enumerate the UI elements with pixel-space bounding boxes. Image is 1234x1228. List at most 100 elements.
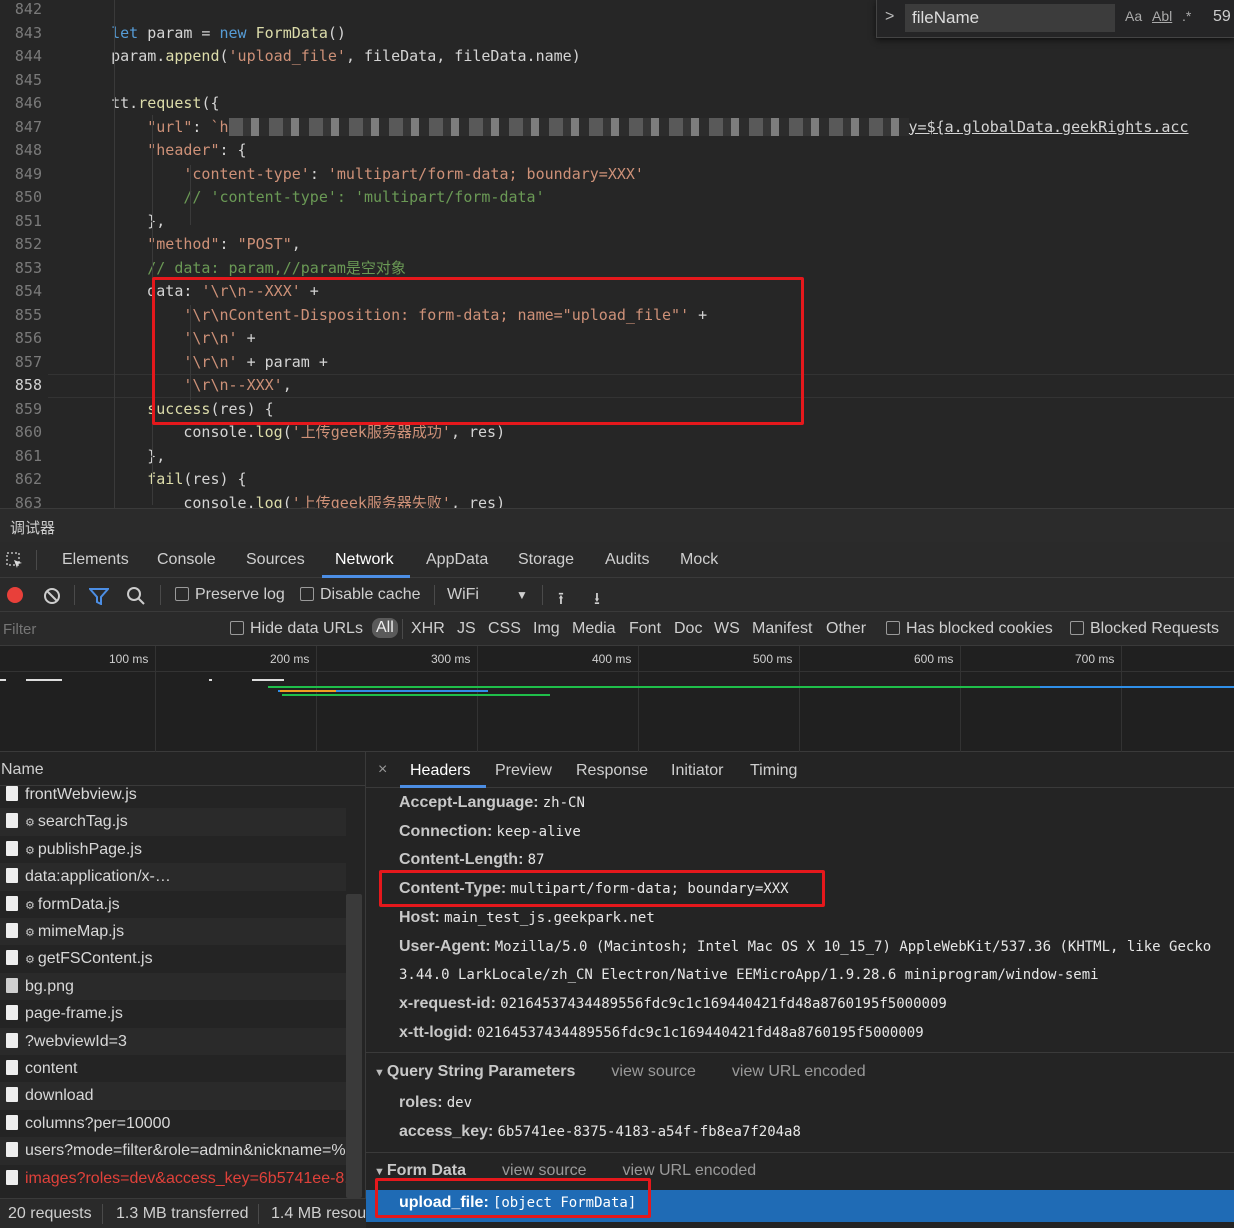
- request-row[interactable]: data:application/x-…: [0, 863, 346, 891]
- query-string-section-header[interactable]: ▼ Query String Parameters view source view …: [374, 1063, 866, 1081]
- filter-type-xhr[interactable]: XHR: [411, 620, 445, 638]
- code-line[interactable]: tt.request({: [75, 92, 219, 116]
- form-data-section-header[interactable]: ▼ Form Data view source view URL encoded: [374, 1162, 756, 1180]
- tab-console[interactable]: Console: [157, 551, 216, 569]
- close-icon[interactable]: ×: [378, 761, 387, 779]
- code-line[interactable]: "url": `h y=${a.globalData.geekRights.acc: [75, 116, 1189, 140]
- view-url-encoded-link[interactable]: view URL encoded: [623, 1162, 757, 1179]
- request-row[interactable]: users?mode=filter&role=admin&nickname=%.: [0, 1137, 346, 1165]
- tab-preview[interactable]: Preview: [495, 762, 552, 780]
- filter-bar: Hide data URLs All XHR JS CSS Img Media …: [0, 612, 1234, 646]
- view-source-link[interactable]: view source: [611, 1063, 695, 1080]
- timeline-tick-label: 300 ms: [431, 652, 471, 666]
- inspect-element-icon[interactable]: [6, 552, 24, 570]
- request-name: page-frame.js: [25, 1005, 123, 1023]
- request-row[interactable]: ⚙ publishPage.js: [0, 836, 346, 863]
- filter-type-js[interactable]: JS: [457, 620, 476, 638]
- line-number: 845: [14, 70, 42, 89]
- request-row[interactable]: images?roles=dev&access_key=6b5741ee-8.: [0, 1165, 346, 1192]
- code-line[interactable]: param.append('upload_file', fileData, fi…: [75, 45, 581, 69]
- clear-icon[interactable]: [43, 587, 61, 605]
- find-input[interactable]: [905, 4, 1115, 32]
- filter-type-manifest[interactable]: Manifest: [752, 620, 812, 638]
- request-row[interactable]: download: [0, 1082, 346, 1110]
- tab-elements[interactable]: Elements: [62, 551, 129, 569]
- code-line[interactable]: "header": {: [75, 139, 246, 163]
- request-row[interactable]: content: [0, 1055, 346, 1082]
- filter-type-ws[interactable]: WS: [714, 620, 740, 638]
- match-case-icon[interactable]: Aa: [1125, 8, 1142, 24]
- request-row[interactable]: ⚙ searchTag.js: [0, 808, 346, 836]
- hide-data-urls-checkbox[interactable]: Hide data URLs: [230, 620, 363, 638]
- filter-type-media[interactable]: Media: [572, 620, 616, 638]
- filter-type-font[interactable]: Font: [629, 620, 661, 638]
- code-line[interactable]: // data: param,//param是空对象: [75, 257, 406, 281]
- header-key: Content-Type:: [399, 880, 507, 898]
- filter-type-other[interactable]: Other: [826, 620, 866, 638]
- tab-response[interactable]: Response: [576, 762, 648, 780]
- code-line[interactable]: 'content-type': 'multipart/form-data; bo…: [75, 163, 644, 187]
- filter-input[interactable]: [0, 616, 218, 642]
- chevron-right-icon[interactable]: >: [885, 8, 894, 26]
- regex-icon[interactable]: .*: [1182, 8, 1191, 24]
- export-har-icon[interactable]: ⭳: [594, 586, 600, 615]
- search-icon[interactable]: [126, 586, 146, 606]
- tab-storage[interactable]: Storage: [518, 551, 574, 569]
- vertical-scrollbar[interactable]: [346, 894, 362, 1198]
- code-line[interactable]: console.log('上传geek服务器失败', res): [75, 492, 505, 509]
- filter-type-css[interactable]: CSS: [488, 620, 521, 638]
- blocked-requests-checkbox[interactable]: Blocked Requests: [1070, 620, 1219, 638]
- filter-type-img[interactable]: Img: [533, 620, 560, 638]
- match-word-icon[interactable]: Abl: [1152, 8, 1172, 24]
- view-source-link[interactable]: view source: [502, 1162, 586, 1179]
- network-timeline[interactable]: 100 ms 200 ms 300 ms 400 ms 500 ms 600 ms 700 …: [0, 646, 1234, 752]
- header-row: Host: main_test_js.geekpark.net: [399, 909, 655, 927]
- tab-audits[interactable]: Audits: [605, 551, 649, 569]
- code-line[interactable]: fail(res) {: [75, 468, 246, 492]
- code-line[interactable]: '\r\n' + param +: [75, 351, 328, 375]
- code-line[interactable]: console.log('上传geek服务器成功', res): [75, 421, 505, 445]
- request-row[interactable]: page-frame.js: [0, 1000, 346, 1027]
- code-line[interactable]: let param = new FormData(): [75, 22, 346, 46]
- active-tab-indicator: [400, 785, 486, 788]
- code-line[interactable]: // 'content-type': 'multipart/form-data': [75, 186, 544, 210]
- code-line[interactable]: '\r\n--XXX',: [75, 374, 291, 398]
- request-list[interactable]: Name frontWebview.js ⚙ searchTag.js ⚙ publis…: [0, 752, 366, 1198]
- code-line[interactable]: '\r\n' +: [75, 327, 255, 351]
- request-row[interactable]: ?webviewId=3: [0, 1027, 346, 1055]
- triangle-down-icon: ▼: [374, 1166, 385, 1178]
- tab-mock[interactable]: Mock: [680, 551, 718, 569]
- find-widget: > Aa Abl .* 59: [876, 0, 1234, 38]
- tab-initiator[interactable]: Initiator: [671, 762, 723, 780]
- request-row[interactable]: frontWebview.js: [0, 781, 346, 808]
- filter-type-doc[interactable]: Doc: [674, 620, 702, 638]
- request-row[interactable]: ⚙ getFSContent.js: [0, 945, 346, 972]
- tab-timing[interactable]: Timing: [750, 762, 797, 780]
- code-editor[interactable]: 842 843 844 845 846 847 848 849 850 851 852 853 854 8…: [0, 0, 1234, 508]
- import-har-icon[interactable]: ⭱: [558, 586, 564, 615]
- record-icon[interactable]: [7, 587, 23, 603]
- filter-type-all[interactable]: All: [372, 618, 398, 638]
- has-blocked-cookies-checkbox[interactable]: Has blocked cookies: [886, 620, 1053, 638]
- resources-size: 1.4 MB resou: [271, 1205, 367, 1222]
- header-value: Mozilla/5.0 (Macintosh; Intel Mac OS X 1…: [494, 938, 1212, 955]
- code-line[interactable]: success(res) {: [75, 398, 273, 422]
- view-url-encoded-link[interactable]: view URL encoded: [732, 1063, 866, 1080]
- filter-icon[interactable]: [89, 587, 109, 605]
- code-line[interactable]: data: '\r\n--XXX' +: [75, 280, 319, 304]
- request-row[interactable]: columns?per=10000: [0, 1110, 346, 1137]
- preserve-log-checkbox[interactable]: Preserve log: [175, 586, 285, 604]
- tab-headers[interactable]: Headers: [410, 762, 470, 780]
- throttle-select[interactable]: WiFi ▼: [447, 586, 528, 604]
- section-divider: [366, 1052, 1234, 1053]
- code-line[interactable]: "method": "POST",: [75, 233, 301, 257]
- form-data-title: Form Data: [386, 1162, 467, 1179]
- request-row[interactable]: bg.png: [0, 972, 346, 1001]
- disable-cache-checkbox[interactable]: Disable cache: [300, 586, 421, 604]
- code-line[interactable]: '\r\nContent-Disposition: form-data; nam…: [75, 304, 707, 328]
- tab-network[interactable]: Network: [335, 551, 394, 569]
- tab-sources[interactable]: Sources: [246, 551, 305, 569]
- tab-appdata[interactable]: AppData: [426, 551, 488, 569]
- request-row[interactable]: ⚙ mimeMap.js: [0, 918, 346, 946]
- request-row[interactable]: ⚙ formData.js: [0, 891, 346, 918]
